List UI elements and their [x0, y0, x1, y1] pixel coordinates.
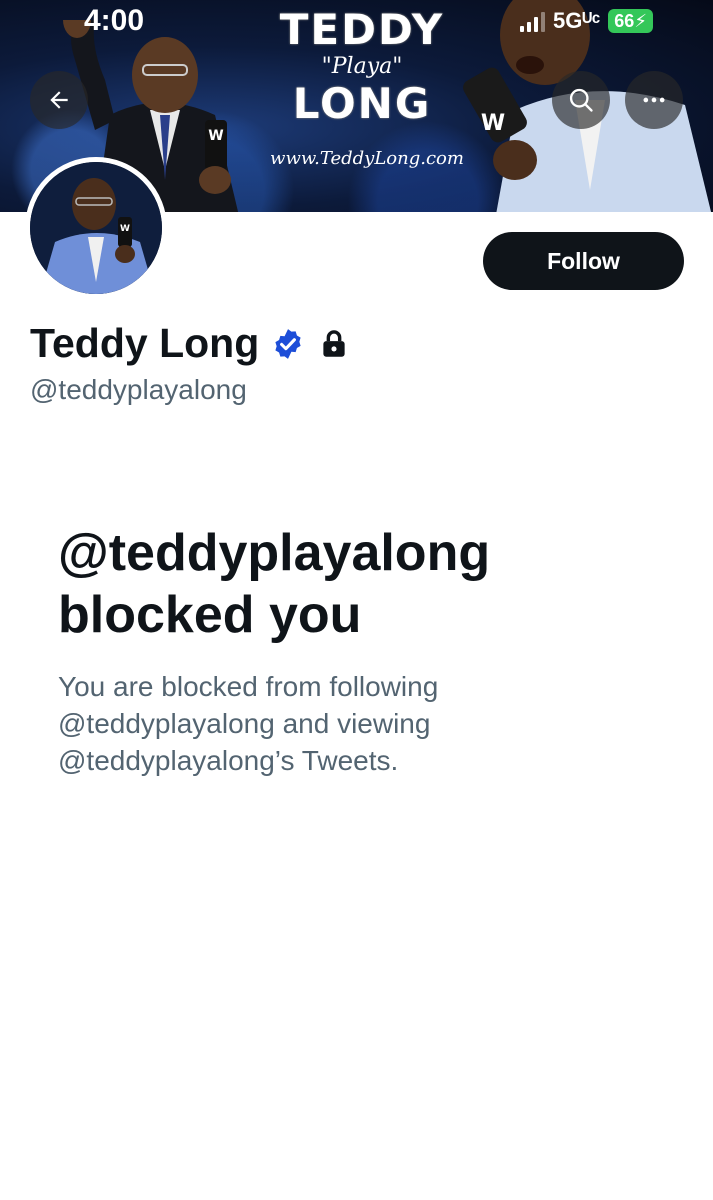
battery-icon: 66⚡ — [608, 9, 653, 33]
profile-avatar[interactable]: W — [25, 157, 167, 299]
verified-badge-icon — [275, 328, 301, 359]
svg-text:W: W — [481, 111, 505, 136]
banner-title-long: LONG — [292, 79, 432, 128]
follow-button[interactable]: Follow — [483, 232, 684, 290]
banner-title-teddy: TEDDY — [279, 5, 445, 54]
avatar-photo: W — [30, 162, 162, 294]
arrow-left-icon — [50, 91, 68, 109]
search-icon — [569, 88, 593, 112]
more-horizontal-icon — [643, 97, 665, 103]
profile-name-row: Teddy Long — [30, 320, 351, 367]
status-indicators: 5Gᵁᶜ 66⚡ — [520, 8, 653, 34]
display-name: Teddy Long — [30, 320, 260, 366]
more-options-button[interactable] — [625, 71, 683, 129]
lock-icon — [323, 329, 345, 357]
cellular-signal-icon — [520, 10, 545, 32]
back-button[interactable] — [30, 71, 88, 129]
banner-website: www.TeddyLong.com — [270, 148, 464, 169]
banner-title: TEDDY "Playa" LONG — [262, 8, 462, 126]
battery-level: 66 — [614, 11, 635, 31]
status-time: 4:00 — [84, 4, 145, 37]
search-button[interactable] — [552, 71, 610, 129]
blocked-title: @teddyplayalong blocked you — [58, 524, 491, 644]
blocked-description: You are blocked from following @teddypla… — [58, 671, 439, 776]
banner-title-playa: "Playa" — [321, 54, 403, 79]
svg-text:W: W — [208, 128, 223, 144]
svg-text:W: W — [120, 224, 130, 234]
profile-handle: @teddyplayalong — [30, 374, 247, 405]
network-label: 5Gᵁᶜ — [553, 8, 601, 33]
